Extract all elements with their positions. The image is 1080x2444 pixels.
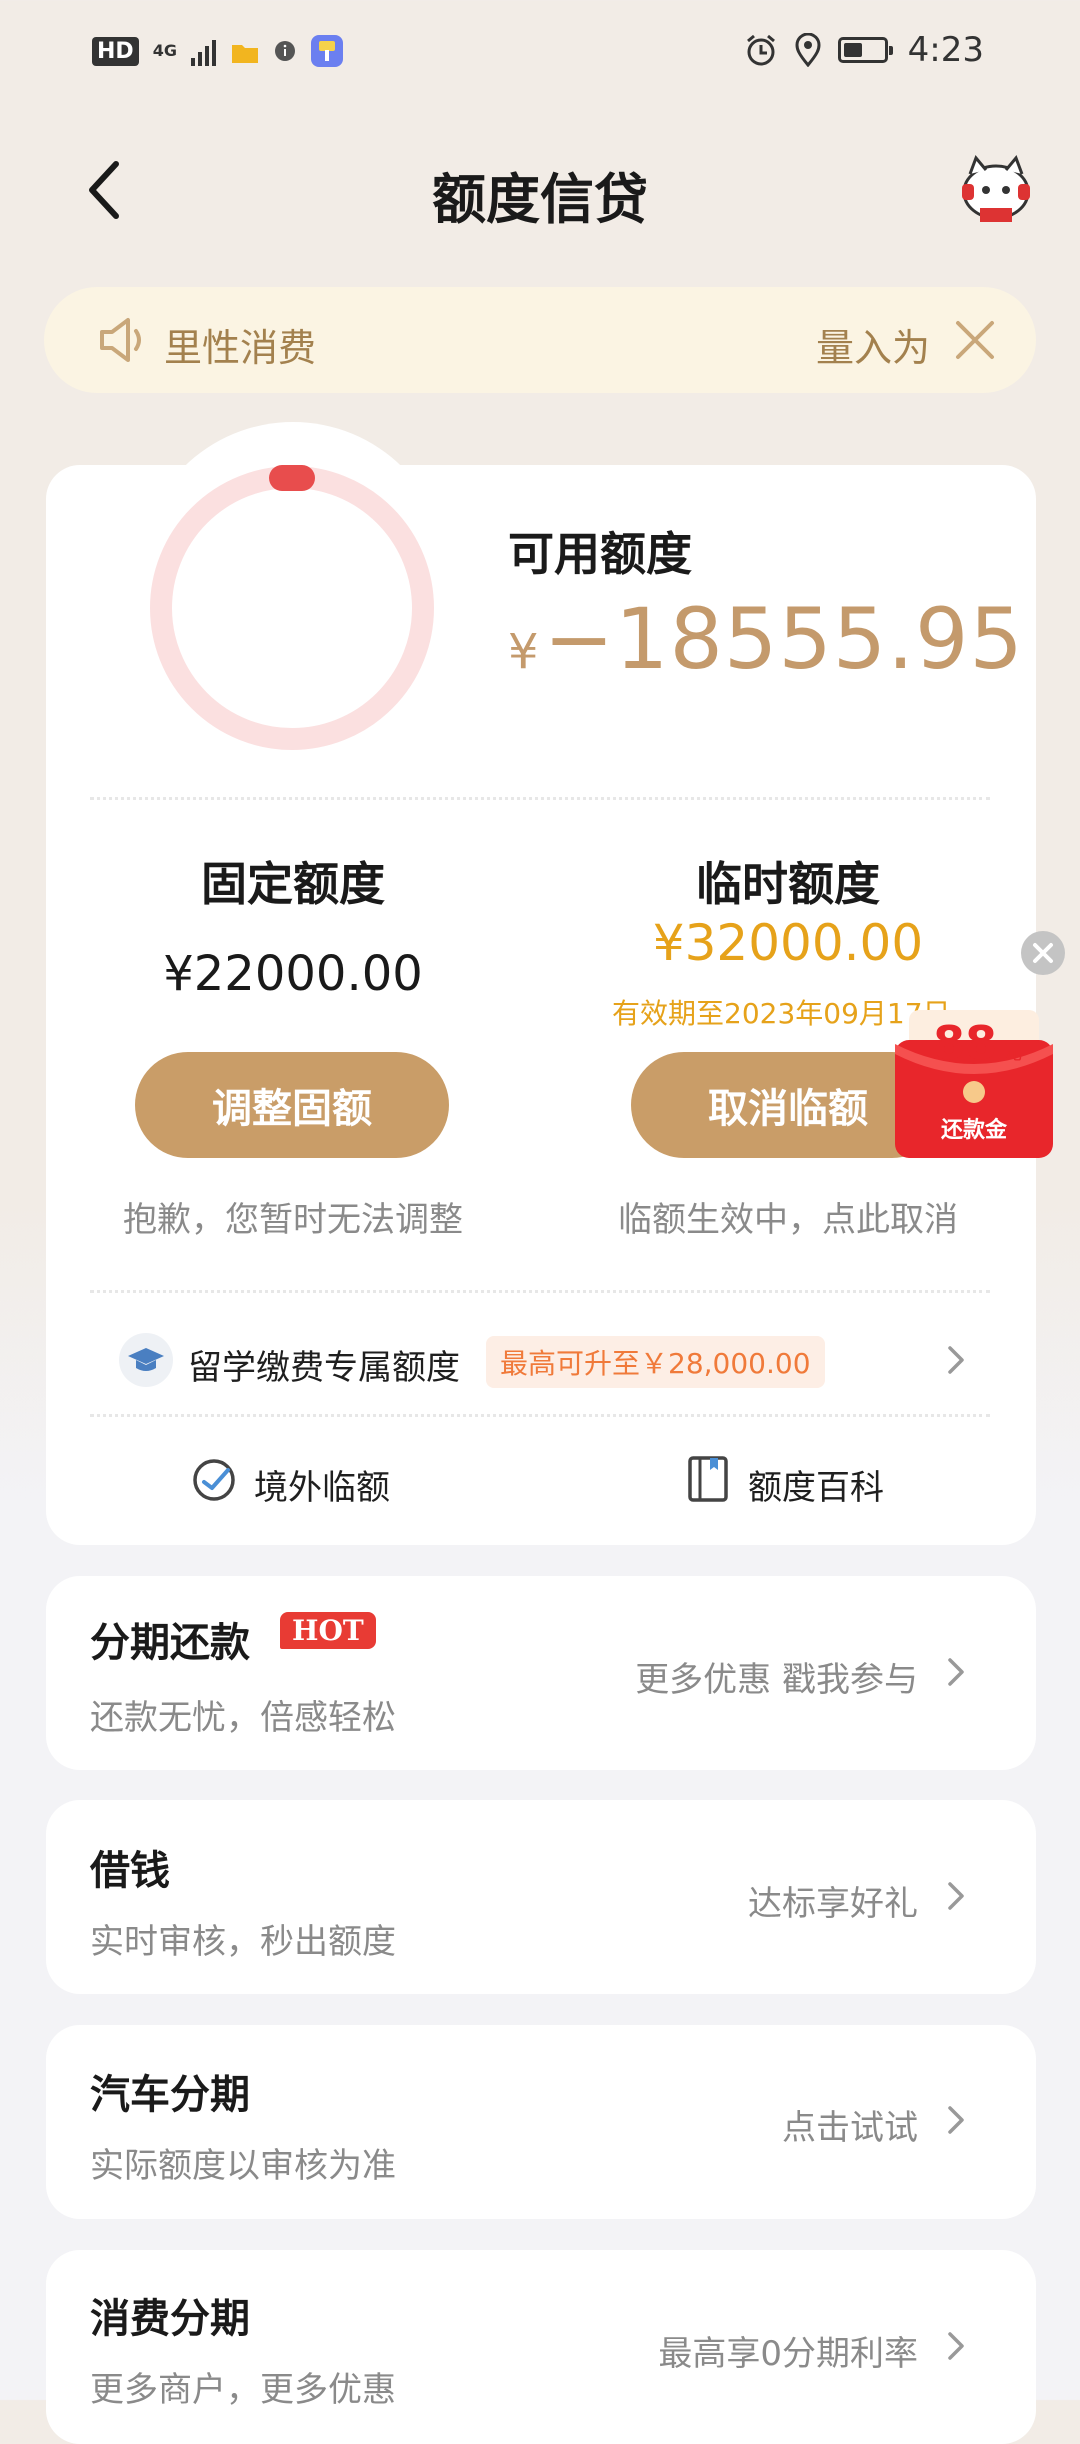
notice-text-left: 里性消费 [164, 326, 317, 370]
coupon-amount: 88 元 [933, 1016, 1022, 1070]
available-label: 可用额度 [508, 527, 692, 581]
available-amount-value: −18555.95 [543, 590, 1024, 688]
divider [90, 797, 990, 800]
notice-text-right: 量入为 [816, 326, 928, 370]
status-bar: HD 4G 4:23 [0, 0, 1080, 110]
borrow-money-promo: 达标享好礼 [748, 1884, 918, 1924]
repayment-coupon-widget[interactable]: 88 元 还款金 [895, 1010, 1053, 1158]
car-installment-subtitle: 实际额度以审核为准 [90, 2146, 396, 2186]
temp-credit-label: 临时额度 [696, 857, 880, 911]
study-abroad-label: 留学缴费专属额度 [188, 1348, 460, 1388]
installment-repay-promo: 更多优惠 戳我参与 [635, 1660, 918, 1700]
car-installment-title: 汽车分期 [90, 2072, 250, 2118]
app-icon [310, 35, 343, 67]
credit-ring-chart [150, 465, 434, 750]
chevron-right-icon [948, 1882, 964, 1910]
fixed-credit-note: 抱歉，您暂时无法调整 [123, 1200, 463, 1240]
coupon-amount-unit: 元 [1002, 1040, 1023, 1064]
installment-repay-title: 分期还款 [90, 1620, 250, 1666]
status-right: 4:23 [744, 30, 984, 70]
temp-credit-note[interactable]: 临额生效中，点此取消 [588, 1192, 988, 1241]
network-type: 4G [152, 41, 177, 60]
study-abroad-tag: 最高可升至￥28,000.00 [486, 1336, 825, 1388]
mascot-avatar-icon[interactable] [958, 152, 1034, 228]
chevron-right-icon [948, 1346, 964, 1374]
chevron-right-icon [948, 2332, 964, 2360]
divider [90, 1414, 990, 1417]
available-amount: ¥ −18555.95 [508, 590, 1024, 688]
info-icon [274, 41, 295, 61]
fixed-credit-amount: ¥22000.00 [163, 946, 423, 1002]
borrow-money-title: 借钱 [90, 1848, 170, 1894]
clock-time: 4:23 [907, 30, 984, 70]
temp-credit-amount: ¥32000.00 [652, 914, 924, 972]
graduation-cap-icon [119, 1333, 173, 1387]
divider [90, 1290, 990, 1293]
installment-repay-subtitle: 还款无忧，倍感轻松 [90, 1698, 396, 1738]
battery-icon [837, 37, 893, 63]
speaker-icon [100, 318, 141, 362]
alarm-icon [746, 34, 775, 66]
consumer-installment-subtitle: 更多商户，更多优惠 [90, 2370, 396, 2410]
overseas-temp-credit-link[interactable]: 境外临额 [254, 1460, 390, 1509]
location-icon [795, 33, 821, 67]
folder-icon [231, 45, 258, 63]
adjust-fixed-button[interactable]: 调整固额 [135, 1052, 449, 1158]
status-left: HD 4G [92, 34, 344, 68]
coupon-label: 还款金 [940, 1118, 1007, 1143]
page-title: 额度信贷 [432, 168, 648, 231]
consumer-installment-promo: 最高享0分期利率 [658, 2334, 918, 2374]
book-icon [688, 1456, 728, 1502]
fixed-credit-label: 固定额度 [201, 857, 385, 911]
signal-icon [190, 36, 216, 66]
hd-indicator: HD [92, 36, 139, 66]
close-circle-icon[interactable] [1020, 930, 1066, 976]
currency-symbol: ¥ [508, 624, 539, 680]
overseas-icon [193, 1459, 235, 1501]
chevron-right-icon [948, 1658, 964, 1686]
chevron-right-icon [948, 2106, 964, 2134]
car-installment-promo: 点击试试 [782, 2108, 918, 2148]
hot-badge: HOT [280, 1612, 376, 1649]
credit-wiki-link[interactable]: 额度百科 [748, 1460, 884, 1509]
borrow-money-subtitle: 实时审核，秒出额度 [90, 1922, 396, 1962]
coupon-amount-value: 88 [933, 1016, 998, 1070]
consumer-installment-title: 消费分期 [90, 2296, 250, 2342]
close-icon[interactable] [950, 315, 1000, 365]
notice-bar[interactable]: 里性消费 量入为 [44, 287, 1036, 393]
